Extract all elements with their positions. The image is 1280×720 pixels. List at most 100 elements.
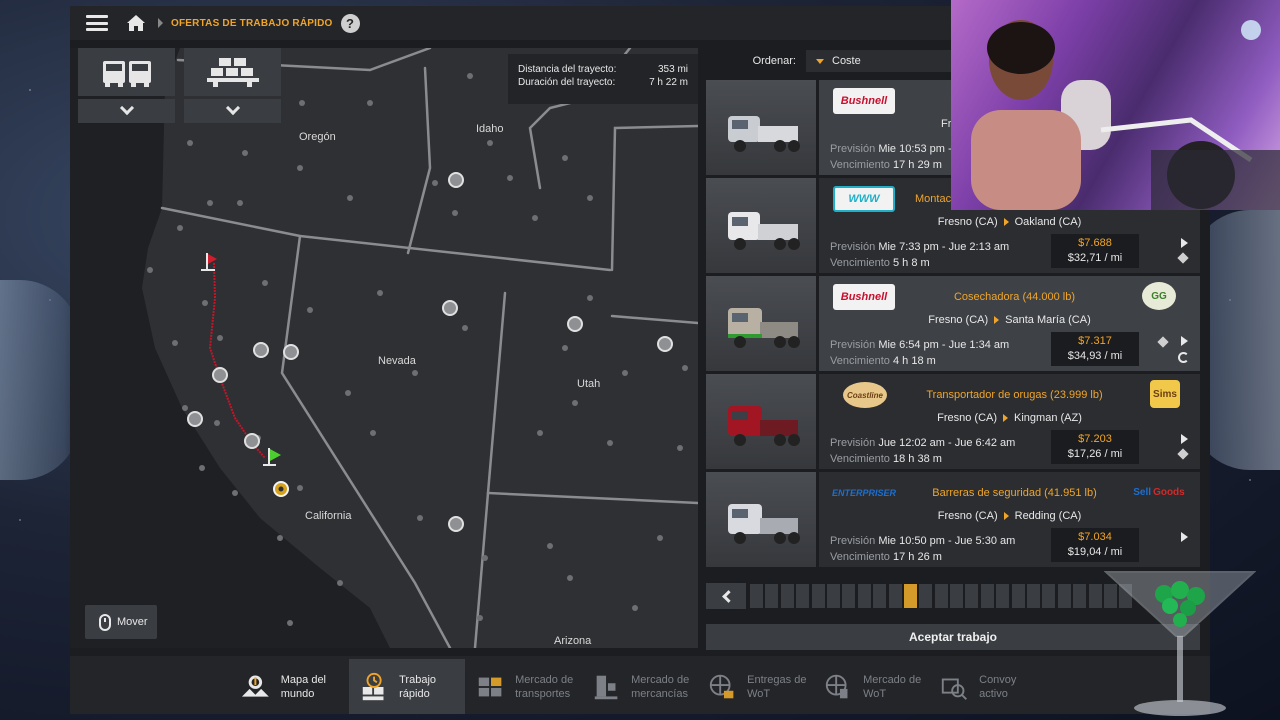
map-canvas xyxy=(70,48,698,648)
route-info-panel: Distancia del trayecto: 353 mi Duración d… xyxy=(508,54,698,104)
expiry-value: 18 h 38 m xyxy=(893,453,942,465)
wot-market-icon xyxy=(825,674,848,698)
page-indicator[interactable] xyxy=(934,584,948,608)
chevron-down-icon xyxy=(119,100,134,116)
background-cloud-left xyxy=(0,280,80,480)
expiry-label: Vencimiento xyxy=(830,355,890,367)
page-indicator[interactable] xyxy=(903,584,917,608)
trailer-filter-dropdown[interactable] xyxy=(184,99,281,123)
bottom-navigation: Mapa del mundo Trabajo rápido Mercado de tr… xyxy=(70,656,1210,714)
page-indicator[interactable] xyxy=(996,584,1010,608)
company-logo: Bushnell xyxy=(833,88,895,114)
move-label: Mover xyxy=(117,616,148,628)
page-indicator[interactable] xyxy=(919,584,933,608)
page-indicator[interactable] xyxy=(1057,584,1071,608)
chevron-down-icon xyxy=(225,100,240,116)
page-indicator[interactable] xyxy=(780,584,794,608)
help-button[interactable]: ? xyxy=(340,13,360,33)
page-indicator[interactable] xyxy=(1088,584,1102,608)
nav-world-map[interactable]: Mapa del mundo xyxy=(230,659,348,714)
chevron-right-icon xyxy=(1181,532,1188,542)
nav-cargo-market[interactable]: Mercado de mercancías xyxy=(581,659,697,714)
page-indicator[interactable] xyxy=(888,584,902,608)
chevron-right-icon xyxy=(1181,434,1188,444)
job-route: Fresno (CA) Oakland (CA) xyxy=(819,216,1200,228)
page-indicator[interactable] xyxy=(1027,584,1041,608)
page-indicator[interactable] xyxy=(750,584,763,608)
job-offer[interactable]: ENTERPRISER Barreras de seguridad (41.95… xyxy=(706,472,1200,567)
forecast-label: Previsión xyxy=(830,143,876,155)
home-icon[interactable] xyxy=(126,14,146,32)
page-indicator[interactable] xyxy=(811,584,825,608)
page-indicator[interactable] xyxy=(765,584,779,608)
breadcrumb-separator xyxy=(158,18,163,28)
route-from: Fresno (CA) xyxy=(937,412,998,424)
page-indicator[interactable] xyxy=(965,584,979,608)
expiry-value: 4 h 18 m xyxy=(893,355,936,367)
nav-label: Mercado de WoT xyxy=(863,673,922,700)
sort-label: Ordenar: xyxy=(752,55,796,67)
move-button[interactable]: Mover xyxy=(85,605,157,639)
nav-label: Convoy activo xyxy=(979,673,1017,700)
truck-thumbnail xyxy=(706,472,816,567)
route-from: Fresno (CA) xyxy=(928,314,989,326)
job-times: Previsión Mie 10:53 pm - Vencimiento 17 … xyxy=(830,141,952,173)
page-indicator[interactable] xyxy=(826,584,840,608)
job-offer[interactable]: Coastline Transportador de orugas (23.99… xyxy=(706,374,1200,469)
job-offer[interactable]: Bushnell Cosechadora (44.000 lb) GG Fres… xyxy=(706,276,1200,371)
diamond-icon xyxy=(1177,448,1189,460)
cargo-name: Cosechadora (44.000 lb) xyxy=(953,291,1076,303)
company-logo: Coastline xyxy=(843,382,887,408)
nav-quick-job[interactable]: Trabajo rápido xyxy=(349,659,465,714)
page-indicator[interactable] xyxy=(796,584,810,608)
state-label-oregon: Oregón xyxy=(299,131,336,143)
page-indicator[interactable] xyxy=(980,584,994,608)
job-times: Previsión Mie 10:50 pm - Jue 5:30 am Ven… xyxy=(830,533,1015,565)
route-arrow-icon xyxy=(1003,512,1009,521)
state-label-utah: Utah xyxy=(577,378,601,390)
job-pay: $7.688 $32,71 / mi xyxy=(1051,234,1139,268)
page-indicator[interactable] xyxy=(950,584,964,608)
page-indicator[interactable] xyxy=(1073,584,1087,608)
truck-filter-button[interactable] xyxy=(78,48,175,96)
expiry-value: 5 h 8 m xyxy=(893,257,930,269)
cargo-market-icon xyxy=(594,675,618,699)
truck-thumbnail xyxy=(706,80,816,175)
page-indicator[interactable] xyxy=(857,584,871,608)
nav-label: Mercado de mercancías xyxy=(631,673,690,700)
trailer-filter-button[interactable] xyxy=(184,48,281,96)
sort-select[interactable]: Coste xyxy=(806,50,956,72)
pay-total: $7.203 xyxy=(1078,433,1112,445)
nav-wot-market[interactable]: Mercado de WoT xyxy=(813,659,929,714)
route-map[interactable]: Distancia del trayecto: 353 mi Duración d… xyxy=(70,48,698,648)
state-label-idaho: Idaho xyxy=(476,123,504,135)
nav-label: Mercado de transportes xyxy=(515,673,574,700)
convoy-icon xyxy=(941,678,967,700)
previous-page-button[interactable] xyxy=(706,583,746,609)
page-indicator[interactable] xyxy=(842,584,856,608)
page-indicator[interactable] xyxy=(1011,584,1025,608)
company-logo: ENTERPRISER xyxy=(831,488,896,498)
truck-filter-dropdown[interactable] xyxy=(78,99,175,123)
trailer-icon xyxy=(206,58,259,87)
page-indicator[interactable] xyxy=(873,584,887,608)
menu-icon[interactable] xyxy=(86,15,108,31)
martini-glass-overlay xyxy=(1104,571,1256,716)
state-label-nevada: Nevada xyxy=(378,355,416,367)
client-logo: GG xyxy=(1142,282,1176,310)
nav-freight-market[interactable]: Mercado de transportes xyxy=(465,659,581,714)
expiry-label: Vencimiento xyxy=(830,159,890,171)
job-times: Previsión Mie 7:33 pm - Jue 2:13 am Venc… xyxy=(830,239,1009,271)
mouse-icon xyxy=(99,613,111,631)
route-to: Redding (CA) xyxy=(1014,510,1082,522)
state-label-arizona: Arizona xyxy=(554,635,592,647)
pay-total: $7.688 xyxy=(1078,237,1112,249)
nav-label: Trabajo rápido xyxy=(399,673,437,700)
route-to: Kingman (AZ) xyxy=(1014,412,1082,424)
nav-convoy[interactable]: Convoy activo xyxy=(929,659,1045,714)
chevron-left-icon xyxy=(721,589,735,603)
pay-per-mile: $34,93 / mi xyxy=(1067,350,1123,362)
nav-wot-deliveries[interactable]: Entregas de WoT xyxy=(697,659,813,714)
page-indicator[interactable] xyxy=(1042,584,1056,608)
job-route: Fresno (CA) Redding (CA) xyxy=(819,510,1200,522)
